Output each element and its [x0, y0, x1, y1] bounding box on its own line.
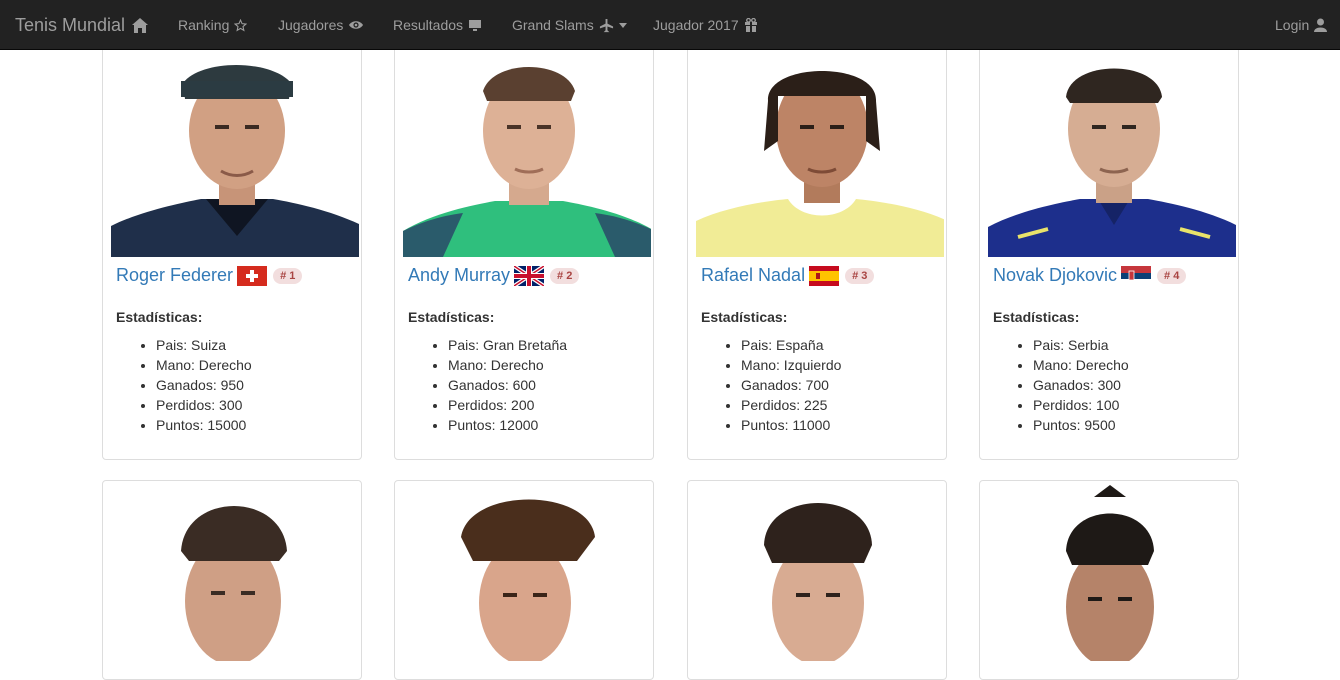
stats-list: Pais: España Mano: Izquierdo Ganados: 70…: [701, 335, 841, 435]
swiss-flag-icon: [237, 265, 268, 286]
star-icon: [234, 18, 248, 31]
gift-icon: [744, 18, 757, 32]
serbia-flag-icon: [1121, 265, 1152, 286]
player-photo: [692, 481, 944, 661]
stats-title: Estadísticas:: [701, 309, 788, 325]
caret-down-icon: [618, 22, 627, 28]
stat-item: Puntos: 12000: [448, 415, 567, 435]
stat-item: Ganados: 300: [1033, 375, 1129, 395]
player-card: [979, 480, 1239, 680]
player-photo: [696, 41, 944, 257]
stats-title: Estadísticas:: [116, 309, 203, 325]
player-card: [102, 480, 362, 680]
stats-title: Estadísticas:: [993, 309, 1080, 325]
player-name-link[interactable]: Andy Murray: [408, 265, 510, 286]
player-card: Andy Murray # 2 Estadísticas: Pais: Gran…: [394, 40, 654, 460]
rank-badge: # 4: [1157, 267, 1187, 284]
stats-list: Pais: Serbia Mano: Derecho Ganados: 300 …: [993, 335, 1129, 435]
player-card: Roger Federer # 1 Estadísticas: Pais: Su…: [102, 40, 362, 460]
player-card: [687, 480, 947, 680]
stat-item: Ganados: 700: [741, 375, 841, 395]
brand-title: Tenis Mundial: [15, 15, 126, 35]
stats-list: Pais: Suiza Mano: Derecho Ganados: 950 P…: [116, 335, 252, 435]
eye-icon: [349, 21, 364, 29]
player-photo: [403, 41, 651, 257]
stat-item: Ganados: 600: [448, 375, 567, 395]
player-photo-frame: [692, 41, 944, 257]
player-name-row: Roger Federer # 1: [116, 265, 303, 286]
stat-item: Mano: Derecho: [156, 355, 252, 375]
player-photo-frame: [107, 41, 359, 257]
player-name-row: Novak Djokovic # 4: [993, 265, 1187, 286]
player-photo: [111, 41, 359, 257]
nav-ranking[interactable]: Ranking: [178, 0, 248, 50]
player-card: Novak Djokovic # 4 Estadísticas: Pais: S…: [979, 40, 1239, 460]
stat-item: Ganados: 950: [156, 375, 252, 395]
stat-item: Pais: Serbia: [1033, 335, 1129, 355]
player-photo-frame: [984, 41, 1236, 257]
monitor-icon: [469, 19, 482, 31]
stat-item: Puntos: 15000: [156, 415, 252, 435]
player-photo: [988, 41, 1236, 257]
nav-resultados-label: Resultados: [393, 17, 464, 33]
spain-flag-icon: [809, 265, 840, 286]
player-name-link[interactable]: Novak Djokovic: [993, 265, 1117, 286]
rank-badge: # 2: [550, 267, 580, 284]
player-photo-frame: [399, 41, 651, 257]
nav-resultados[interactable]: Resultados: [393, 0, 482, 50]
stat-item: Mano: Derecho: [1033, 355, 1129, 375]
nav-jugador-2017[interactable]: Jugador 2017: [653, 0, 758, 50]
nav-jugadores[interactable]: Jugadores: [278, 0, 364, 50]
plane-icon: [599, 18, 613, 32]
player-photo: [107, 481, 359, 661]
stat-item: Mano: Derecho: [448, 355, 567, 375]
stat-item: Puntos: 11000: [741, 415, 841, 435]
nav-login[interactable]: Login: [1275, 0, 1328, 50]
nav-login-label: Login: [1275, 17, 1310, 33]
rank-badge: # 3: [845, 267, 875, 284]
player-name-row: Rafael Nadal # 3: [701, 265, 875, 286]
player-photo: [399, 481, 651, 661]
stat-item: Pais: Gran Bretaña: [448, 335, 567, 355]
stat-item: Perdidos: 200: [448, 395, 567, 415]
stat-item: Perdidos: 300: [156, 395, 252, 415]
player-card: Rafael Nadal # 3 Estadísticas: Pais: Esp…: [687, 40, 947, 460]
stat-item: Perdidos: 100: [1033, 395, 1129, 415]
top-navbar: Tenis Mundial Ranking Jugadores Resultad…: [0, 0, 1340, 50]
nav-grand-slams-label: Grand Slams: [512, 17, 594, 33]
player-name-link[interactable]: Rafael Nadal: [701, 265, 805, 286]
stat-item: Pais: España: [741, 335, 841, 355]
player-name-link[interactable]: Roger Federer: [116, 265, 233, 286]
uk-flag-icon: [514, 265, 545, 286]
stats-list: Pais: Gran Bretaña Mano: Derecho Ganados…: [408, 335, 567, 435]
stat-item: Perdidos: 225: [741, 395, 841, 415]
nav-grand-slams[interactable]: Grand Slams: [512, 0, 627, 50]
stats-title: Estadísticas:: [408, 309, 495, 325]
player-photo: [984, 481, 1236, 661]
home-icon: [132, 17, 149, 33]
stat-item: Pais: Suiza: [156, 335, 252, 355]
nav-jugador-2017-label: Jugador 2017: [653, 17, 739, 33]
nav-jugadores-label: Jugadores: [278, 17, 344, 33]
player-name-row: Andy Murray # 2: [408, 265, 580, 286]
user-icon: [1314, 18, 1328, 32]
brand-link[interactable]: Tenis Mundial: [15, 0, 149, 50]
stat-item: Mano: Izquierdo: [741, 355, 841, 375]
stat-item: Puntos: 9500: [1033, 415, 1129, 435]
player-card: [394, 480, 654, 680]
nav-ranking-label: Ranking: [178, 17, 230, 33]
rank-badge: # 1: [273, 267, 303, 284]
